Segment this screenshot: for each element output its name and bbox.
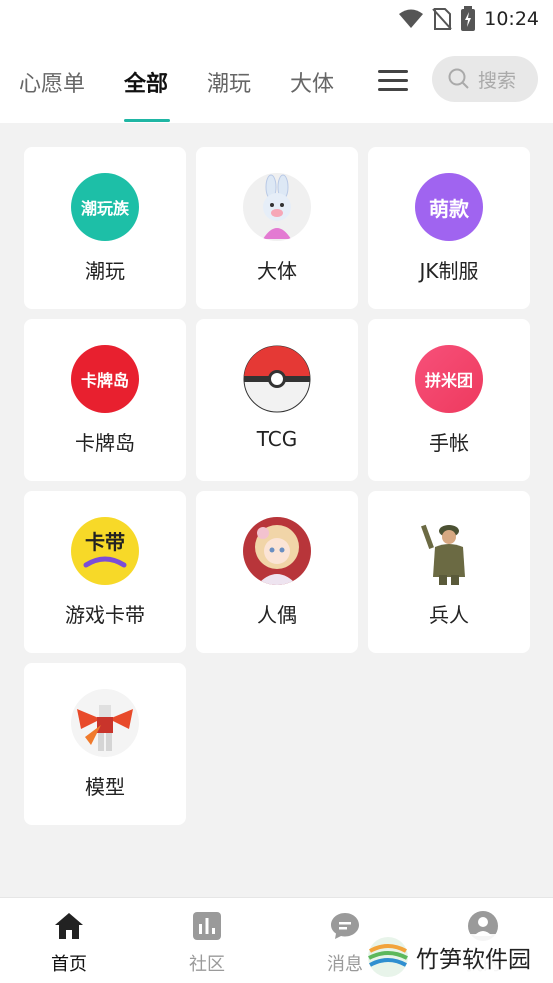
chat-icon [331, 913, 359, 939]
category-label: 游戏卡带 [65, 603, 145, 627]
bottom-nav-community[interactable]: 社区 [157, 910, 257, 976]
no-sim-icon [432, 8, 452, 30]
bamboo-logo-icon [368, 937, 408, 977]
tab-wishlist[interactable]: 心愿单 [19, 66, 85, 98]
active-tab-indicator [124, 119, 170, 122]
bottom-nav-label: 社区 [189, 954, 225, 975]
category-label: 模型 [85, 775, 125, 799]
category-card-shouzhang[interactable]: 拼米团 手帐 [368, 319, 530, 481]
wifi-icon [399, 9, 424, 28]
category-card-soldier[interactable]: 兵人 [368, 491, 530, 653]
category-label: 大体 [257, 259, 297, 283]
category-card-chaowan[interactable]: 潮玩族 潮玩 [24, 147, 186, 309]
top-nav: 心愿单 全部 潮玩 大体 搜索 [0, 40, 553, 123]
category-label: 手帐 [429, 431, 469, 455]
status-time: 10:24 [484, 8, 539, 30]
category-label: 卡牌岛 [75, 431, 135, 455]
watermark: 竹笋软件园 [366, 934, 546, 980]
chaowan-logo-icon: 潮玩族 [71, 173, 139, 241]
tab-chaowan[interactable]: 潮玩 [207, 66, 251, 98]
category-label: 潮玩 [85, 259, 125, 283]
pinmituan-logo-icon: 拼米团 [415, 345, 483, 413]
category-card-dati[interactable]: 大体 [196, 147, 358, 309]
soldier-figure-icon [415, 517, 483, 585]
bottom-nav-label: 首页 [51, 954, 87, 975]
category-label: JK制服 [419, 259, 479, 283]
mecha-model-icon [71, 689, 139, 757]
game-cartridge-icon: 卡带 [71, 517, 139, 585]
menu-icon[interactable] [378, 70, 408, 92]
bottom-nav-home[interactable]: 首页 [19, 910, 119, 976]
category-label: 兵人 [429, 603, 469, 627]
category-card-kapaidao[interactable]: 卡牌岛 卡牌岛 [24, 319, 186, 481]
bunny-figure-icon [243, 173, 311, 241]
category-label: 人偶 [257, 603, 297, 627]
category-card-game-cartridge[interactable]: 卡带 游戏卡带 [24, 491, 186, 653]
home-icon [55, 913, 83, 939]
kapaidao-logo-icon: 卡牌岛 [71, 345, 139, 413]
tab-all[interactable]: 全部 [124, 66, 168, 98]
category-card-doll[interactable]: 人偶 [196, 491, 358, 653]
search-icon [448, 68, 469, 89]
mengkuan-logo-icon: 萌款 [415, 173, 483, 241]
tab-dati[interactable]: 大体 [290, 66, 334, 98]
category-card-model[interactable]: 模型 [24, 663, 186, 825]
doll-icon [243, 517, 311, 585]
status-icons: 10:24 [398, 6, 539, 32]
search-box[interactable]: 搜索 [432, 56, 538, 102]
search-placeholder: 搜索 [478, 69, 517, 92]
pokeball-icon [243, 345, 311, 413]
watermark-text: 竹笋软件园 [416, 947, 531, 973]
category-card-jk[interactable]: 萌款 JK制服 [368, 147, 530, 309]
category-label: TCG [256, 427, 298, 451]
category-card-tcg[interactable]: TCG [196, 319, 358, 481]
status-bar: 10:24 [0, 0, 553, 40]
chart-icon [193, 912, 221, 940]
battery-charging-icon [461, 6, 476, 31]
